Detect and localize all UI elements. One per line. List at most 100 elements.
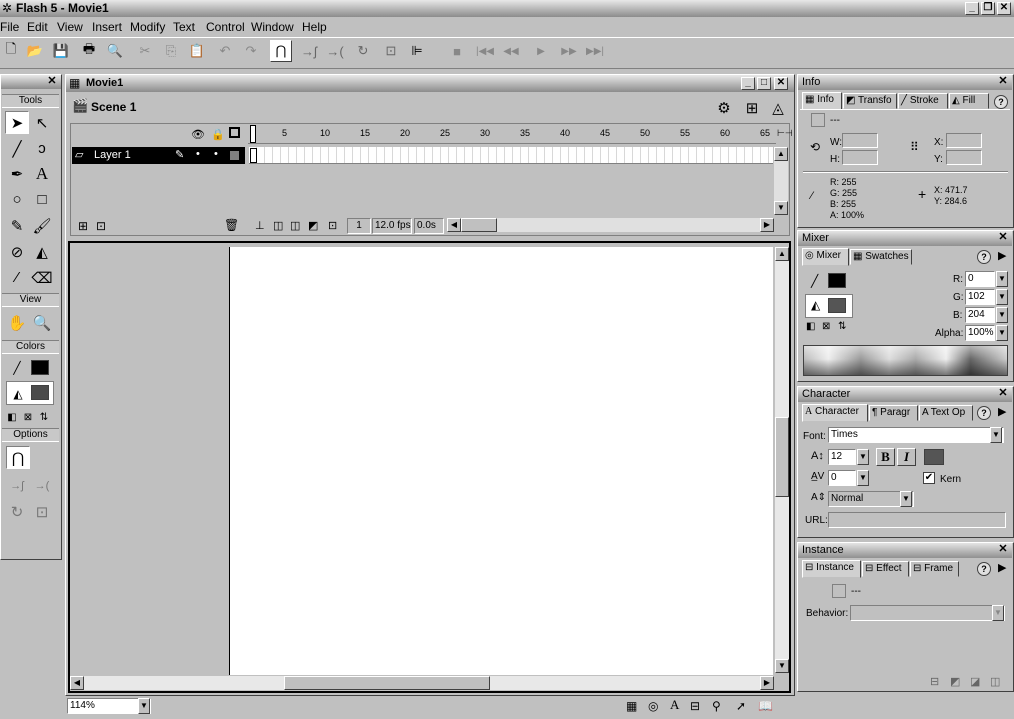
movie-minimize-button[interactable]: _: [741, 77, 755, 90]
rotate-option-icon[interactable]: ↻: [5, 500, 29, 523]
text-color-swatch[interactable]: [924, 449, 944, 465]
open-icon[interactable]: 📂: [24, 40, 46, 62]
mixer-stroke-swatch[interactable]: [828, 273, 846, 288]
instance-help-icon[interactable]: ?: [977, 562, 991, 576]
launcher-mixer-icon[interactable]: ◎: [648, 699, 658, 713]
line-tool-icon[interactable]: ╱: [5, 137, 29, 160]
eye-icon[interactable]: 👁: [191, 128, 205, 141]
instance-close-icon[interactable]: ✕: [997, 544, 1009, 556]
info-help-icon[interactable]: ?: [994, 95, 1008, 109]
eraser-tool-icon[interactable]: ⌫: [30, 266, 54, 289]
rectangle-tool-icon[interactable]: □: [30, 188, 54, 211]
undo-icon[interactable]: ↶: [214, 40, 236, 62]
mixer-r-field[interactable]: 0: [965, 271, 995, 287]
menu-insert[interactable]: Insert: [92, 20, 122, 34]
tracking-arrow-icon[interactable]: ▼: [857, 470, 869, 486]
print-icon[interactable]: 🖶: [78, 40, 100, 62]
stroke-tab[interactable]: ╱ Stroke: [898, 93, 948, 109]
default-colors-icon[interactable]: ◧: [4, 406, 20, 429]
timeline-hscroll-thumb[interactable]: [461, 218, 497, 232]
mixer-tab[interactable]: ◎ Mixer: [802, 248, 849, 266]
mixer-menu-arrow-icon[interactable]: ▶: [998, 249, 1006, 262]
rotate-icon[interactable]: ↻: [352, 40, 374, 62]
menu-view[interactable]: View: [57, 20, 83, 34]
frame-tab[interactable]: ⊟ Frame: [910, 561, 959, 577]
mixer-no-color-icon[interactable]: ⊠: [822, 321, 830, 332]
mixer-fill-swatch[interactable]: [828, 298, 846, 313]
snap-magnet-icon[interactable]: ⋂: [270, 40, 292, 62]
menu-control[interactable]: Control: [206, 20, 245, 34]
stage-hscroll-thumb[interactable]: [284, 676, 490, 690]
subselect-tool-icon[interactable]: ↖: [30, 111, 54, 134]
stage-scroll-up-button[interactable]: ▲: [775, 247, 789, 261]
mixer-alpha-arrow-icon[interactable]: ▼: [996, 325, 1008, 341]
kern-checkbox[interactable]: ✔: [923, 472, 935, 484]
onion-skin-icon[interactable]: ◫: [273, 219, 283, 232]
instance-duplicate-icon[interactable]: ◪: [970, 675, 980, 688]
paragraph-tab[interactable]: ¶ Paragr: [869, 405, 918, 421]
font-size-field[interactable]: 12: [828, 449, 856, 465]
movie-close-button[interactable]: ✕: [774, 77, 788, 90]
zoom-tool-icon[interactable]: 🔍: [30, 311, 54, 334]
instance-tab[interactable]: ⊟ Instance: [802, 560, 861, 578]
snap-option-icon[interactable]: ⋂: [6, 446, 30, 469]
add-guide-layer-icon[interactable]: ⊡: [96, 219, 106, 233]
add-layer-icon[interactable]: ⊞: [78, 219, 88, 233]
instance-menu-arrow-icon[interactable]: ▶: [998, 561, 1006, 574]
step-forward-icon[interactable]: ▶▶: [558, 40, 580, 62]
timeline-scroll-right-button[interactable]: ▶: [760, 218, 774, 232]
fps-field[interactable]: 12.0 fps: [372, 218, 412, 234]
swap-colors-icon[interactable]: ⇅: [36, 406, 52, 429]
launcher-actions-icon[interactable]: ➚: [736, 699, 746, 713]
menu-help[interactable]: Help: [302, 20, 327, 34]
launcher-instance-icon[interactable]: ⊟: [690, 699, 700, 713]
fill-tab[interactable]: ◭ Fill: [949, 93, 989, 109]
url-field[interactable]: [828, 512, 1006, 528]
menu-modify[interactable]: Modify: [130, 20, 165, 34]
paste-icon[interactable]: 📋: [186, 40, 208, 62]
menu-window[interactable]: Window: [251, 20, 294, 34]
launcher-movie-explorer-icon[interactable]: ⚲: [712, 699, 721, 713]
ink-bottle-tool-icon[interactable]: ⊘: [5, 240, 29, 263]
rewind-icon[interactable]: |◀◀: [474, 40, 496, 62]
straighten-option-icon[interactable]: →(: [30, 474, 54, 497]
text-options-tab[interactable]: A Text Op: [919, 405, 973, 421]
oval-tool-icon[interactable]: ○: [5, 188, 29, 211]
launcher-character-icon[interactable]: A: [670, 697, 679, 713]
outline-icon[interactable]: [229, 127, 240, 138]
onion-outlines-icon[interactable]: ◫: [290, 219, 300, 232]
tracking-field[interactable]: 0: [828, 470, 856, 486]
smooth-option-icon[interactable]: →ʃ: [5, 474, 29, 497]
straighten-icon[interactable]: →(: [324, 40, 346, 62]
edit-symbols-icon[interactable]: ⊞: [740, 96, 764, 119]
mixer-b-field[interactable]: 204: [965, 307, 995, 323]
print-preview-icon[interactable]: 🔍: [104, 40, 126, 62]
stage-vscroll-thumb[interactable]: [775, 417, 789, 497]
timeline-scroll-down-button[interactable]: ▼: [774, 201, 788, 215]
save-icon[interactable]: 💾: [50, 40, 72, 62]
hand-tool-icon[interactable]: ✋: [5, 311, 29, 334]
keyframe[interactable]: [250, 148, 257, 163]
scale-option-icon[interactable]: ⊡: [30, 500, 54, 523]
font-size-arrow-icon[interactable]: ▼: [857, 449, 869, 465]
timeline-scroll-left-button[interactable]: ◀: [447, 218, 461, 232]
movie-maximize-button[interactable]: □: [757, 77, 771, 90]
redo-icon[interactable]: ↷: [240, 40, 262, 62]
zoom-dropdown-arrow-icon[interactable]: ▼: [138, 698, 150, 714]
modify-markers-icon[interactable]: ⊡: [328, 219, 337, 232]
character-help-icon[interactable]: ?: [977, 406, 991, 420]
menu-edit[interactable]: Edit: [27, 20, 48, 34]
arrow-tool-icon[interactable]: ➤: [5, 111, 29, 134]
outline-square-icon[interactable]: [230, 151, 239, 160]
new-icon[interactable]: 🗋: [0, 40, 22, 62]
font-select[interactable]: Times: [828, 427, 1004, 443]
timeline-scroll-up-button[interactable]: ▲: [774, 147, 788, 161]
app-restore-button[interactable]: ❐: [981, 2, 995, 15]
mixer-r-arrow-icon[interactable]: ▼: [996, 271, 1008, 287]
mixer-help-icon[interactable]: ?: [977, 250, 991, 264]
app-minimize-button[interactable]: _: [965, 2, 979, 15]
instance-edit-icon[interactable]: ⊟: [930, 675, 939, 688]
launcher-info-icon[interactable]: ▦: [626, 699, 637, 713]
dropper-tool-icon[interactable]: ⁄: [5, 266, 29, 289]
lock-dot-icon[interactable]: •: [214, 148, 218, 160]
